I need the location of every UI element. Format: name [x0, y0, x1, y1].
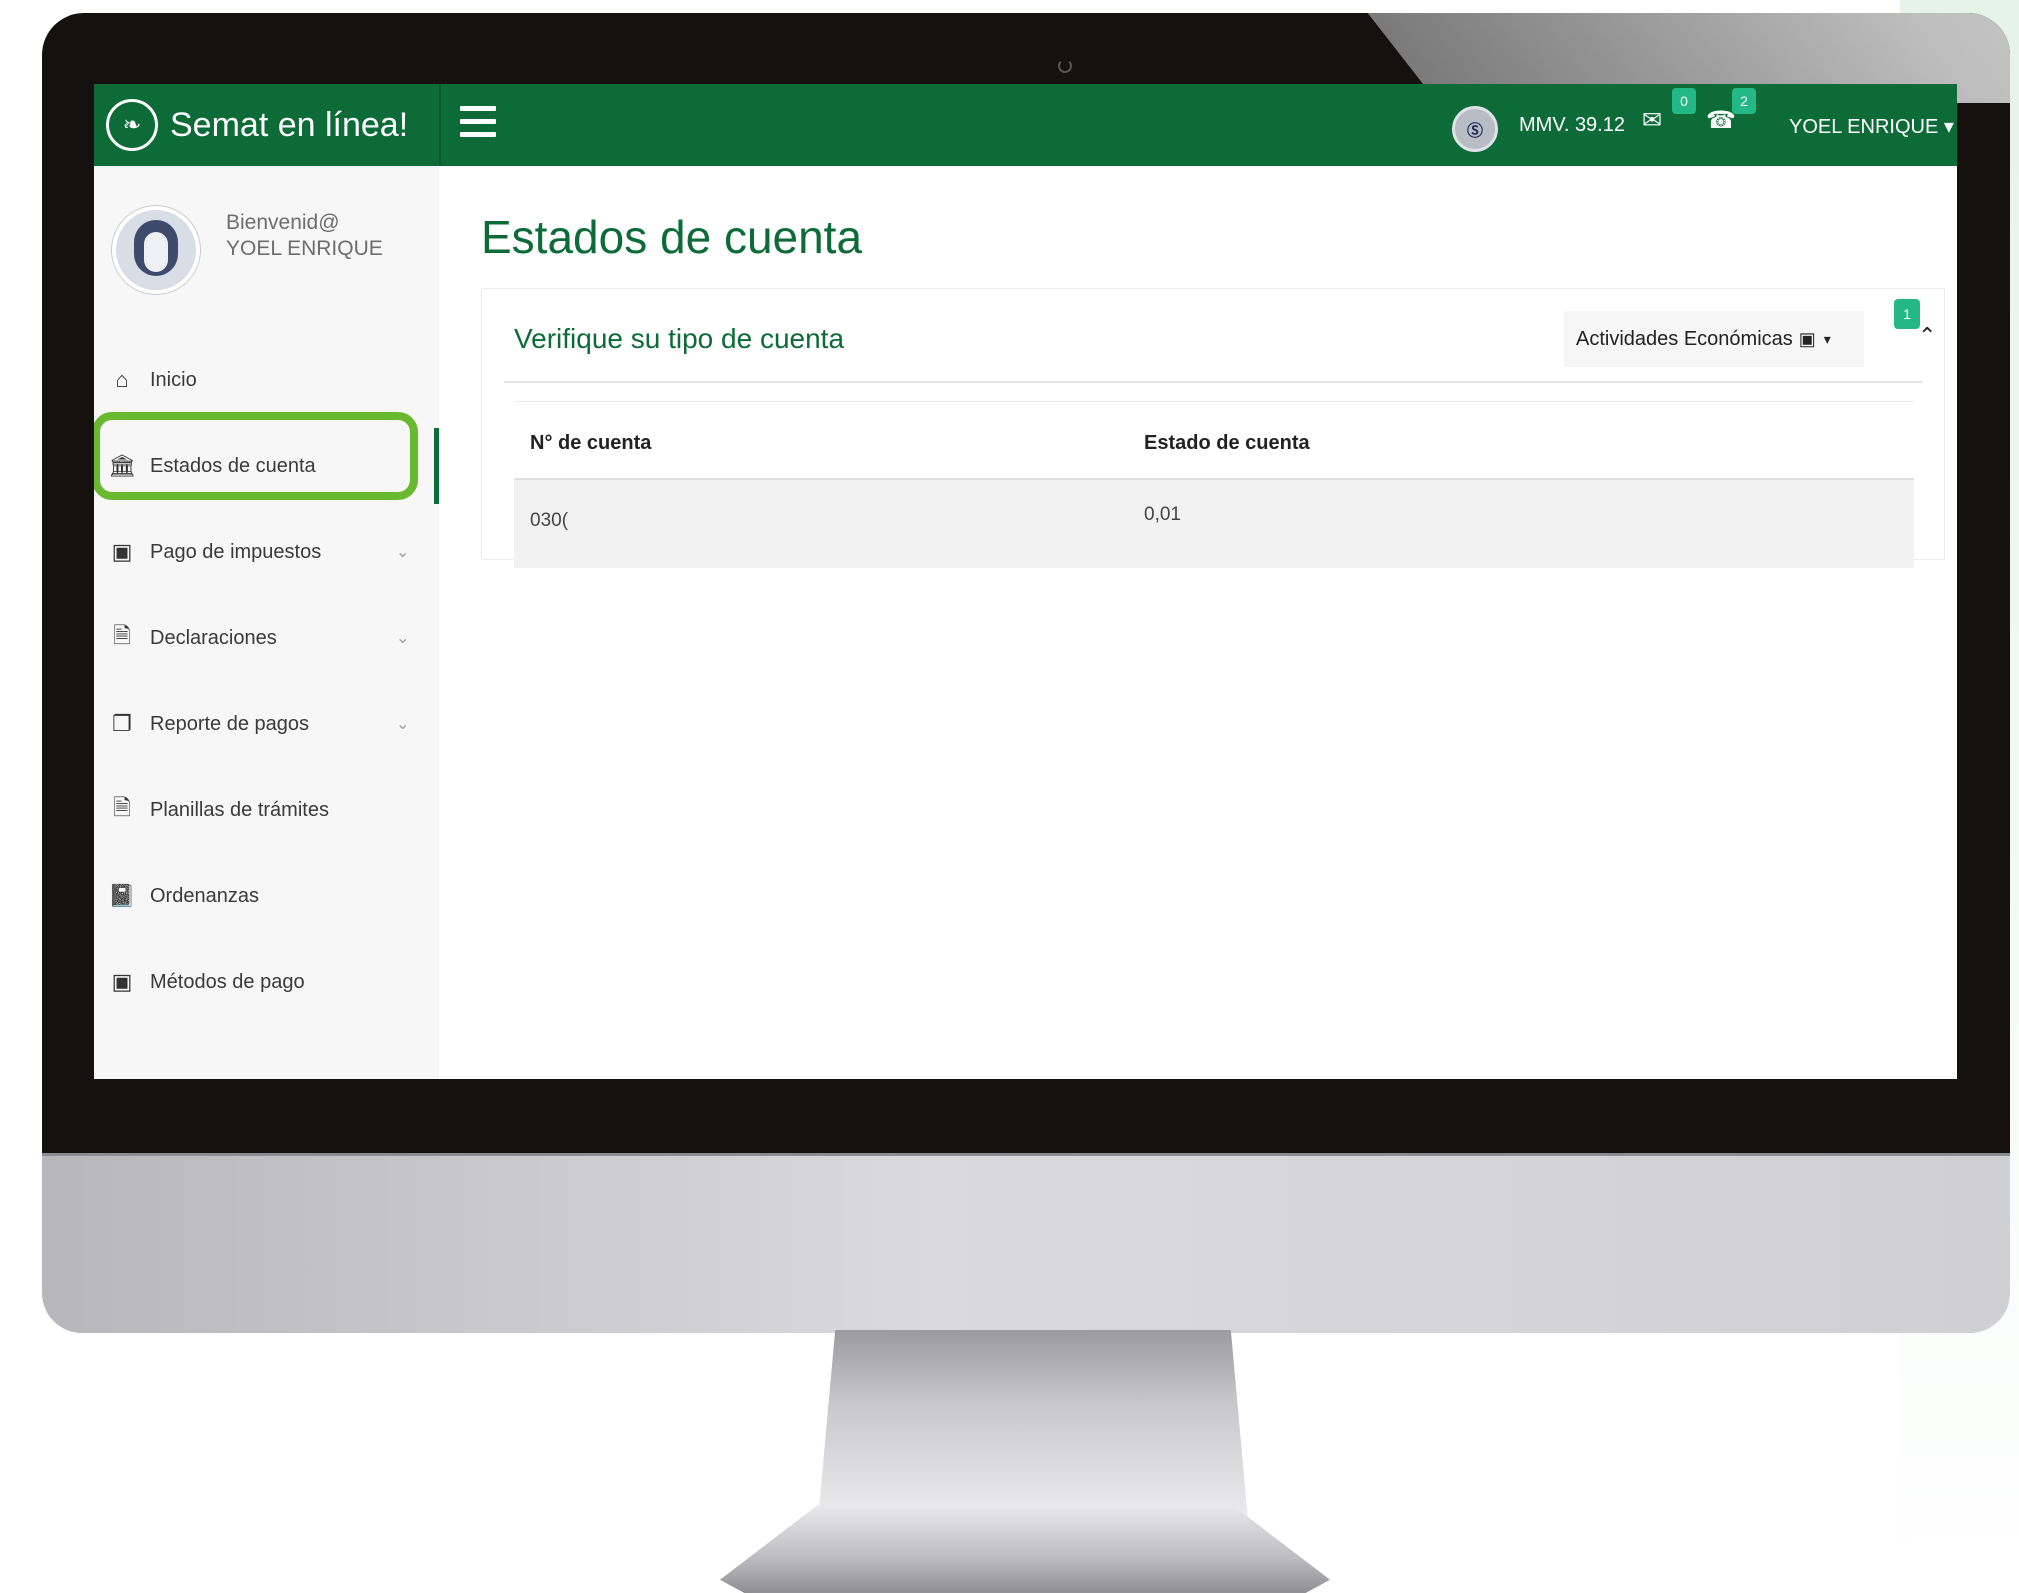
- sidebar-item-ordenanzas[interactable]: 📓 Ordenanzas: [94, 866, 437, 926]
- monitor-base: [720, 1505, 1330, 1593]
- card-title: Verifique su tipo de cuenta: [514, 323, 845, 354]
- mmv-value: MMV. 39.12: [1519, 114, 1625, 136]
- app-screen: ❧ Semat en línea! Ⓢ MMV. 39.12 ✉ 0 ☎ 2 Y…: [94, 84, 1957, 1079]
- coin-icon: Ⓢ: [1452, 106, 1498, 152]
- chevron-down-icon: ⌄: [396, 544, 410, 561]
- sidebar-item-metodos-de-pago[interactable]: ▣ Métodos de pago: [94, 952, 437, 1012]
- book-icon: 📓: [108, 883, 136, 908]
- table-row[interactable]: 030( 0,01: [514, 478, 1914, 568]
- document-icon: 🗎: [113, 623, 131, 648]
- money-icon: ▣: [111, 539, 133, 564]
- user-menu[interactable]: YOEL ENRIQUE ▾: [1789, 114, 1954, 139]
- avatar: [112, 206, 200, 294]
- top-navbar: ❧ Semat en línea! Ⓢ MMV. 39.12 ✉ 0 ☎ 2 Y…: [94, 84, 1957, 166]
- main-content: Estados de cuenta Verifique su tipo de c…: [439, 166, 1957, 1079]
- page-title: Estados de cuenta: [481, 211, 863, 263]
- sidebar-item-planillas-de-tramites[interactable]: 🗎 Planillas de trámites: [94, 780, 437, 840]
- chevron-down-icon: ⌄: [396, 630, 410, 647]
- monitor-stand: [818, 1330, 1248, 1520]
- sidebar-item-label: Inicio: [150, 368, 197, 391]
- copy-icon: ❐: [112, 711, 132, 736]
- cell-account-number: 030(: [530, 510, 569, 531]
- phone-badge: 2: [1732, 88, 1756, 114]
- money-icon: ▣: [1798, 328, 1816, 349]
- highlight-frame: [94, 412, 418, 500]
- sidebar-item-label: Declaraciones: [150, 626, 277, 649]
- leaf-icon: ❧: [106, 99, 158, 151]
- sidebar-item-inicio[interactable]: ⌂ Inicio: [94, 350, 437, 410]
- column-header-account-number: N° de cuenta: [530, 432, 652, 454]
- camera-icon: [1058, 59, 1072, 73]
- sidebar: Bienvenid@ YOEL ENRIQUE ⌂ Inicio 🏛 Estad…: [94, 166, 441, 1079]
- brand[interactable]: ❧ Semat en línea!: [94, 84, 441, 166]
- account-card: Verifique su tipo de cuenta Actividades …: [481, 288, 1945, 568]
- sidebar-item-label: Reporte de pagos: [150, 712, 310, 735]
- money-icon: ▣: [111, 969, 133, 994]
- divider: [504, 381, 1922, 383]
- cell-account-status: 0,01: [1144, 504, 1181, 525]
- mail-badge: 0: [1672, 88, 1696, 114]
- accounts-table: N° de cuenta Estado de cuenta 030( 0,01: [514, 401, 1914, 568]
- sidebar-item-label: Planillas de trámites: [150, 798, 329, 821]
- sidebar-item-pago-de-impuestos[interactable]: ▣ Pago de impuestos ⌄: [94, 522, 437, 582]
- welcome-greeting: Bienvenid@: [226, 211, 340, 234]
- mail-icon[interactable]: ✉: [1642, 106, 1662, 135]
- dropdown-label: Actividades Económicas: [1576, 327, 1793, 350]
- monitor-chin: [42, 1153, 2010, 1333]
- hamburger-icon[interactable]: [460, 106, 496, 142]
- sidebar-item-label: Métodos de pago: [150, 970, 305, 993]
- sidebar-item-label: Pago de impuestos: [150, 540, 322, 563]
- table-header: N° de cuenta Estado de cuenta: [514, 401, 1914, 478]
- sidebar-item-reporte-de-pagos[interactable]: ❐ Reporte de pagos ⌄: [94, 694, 437, 754]
- column-header-account-status: Estado de cuenta: [1144, 432, 1310, 454]
- chevron-up-icon[interactable]: ⌃: [1918, 323, 1936, 349]
- sidebar-item-label: Ordenanzas: [150, 884, 259, 907]
- chevron-down-icon: ⌄: [396, 716, 410, 733]
- dropdown-badge: 1: [1894, 299, 1920, 329]
- caret-down-icon: ▾: [1823, 330, 1831, 347]
- home-icon: ⌂: [115, 367, 129, 392]
- app-title: Semat en línea!: [170, 105, 409, 144]
- document-icon: 🗎: [113, 795, 131, 820]
- sidebar-item-declaraciones[interactable]: 🗎 Declaraciones ⌄: [94, 608, 437, 668]
- welcome-text: Bienvenid@ YOEL ENRIQUE: [226, 210, 383, 262]
- welcome-user: YOEL ENRIQUE: [226, 237, 383, 260]
- account-type-dropdown[interactable]: Actividades Económicas ▣ ▾: [1564, 311, 1864, 367]
